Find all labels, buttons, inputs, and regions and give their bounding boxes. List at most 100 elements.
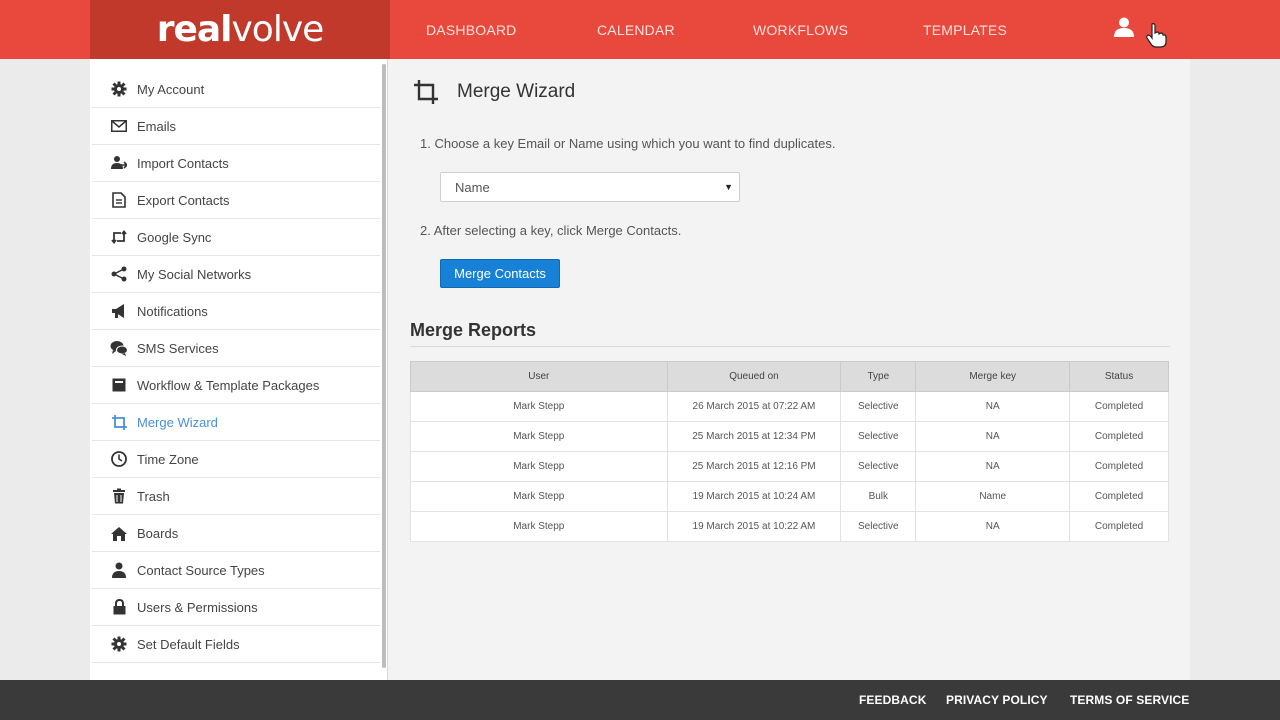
clock-icon: [110, 450, 128, 468]
merge-reports-heading: Merge Reports: [410, 320, 537, 340]
nav-dashboard[interactable]: DASHBOARD: [426, 0, 516, 59]
logo-text-light: volve: [231, 9, 325, 50]
user-menu-icon[interactable]: [1113, 16, 1135, 38]
dropdown-caret-icon: ▼: [724, 182, 733, 192]
cell-merge-key: Name: [915, 481, 1071, 512]
cell-queued-on: 25 March 2015 at 12:34 PM: [666, 421, 842, 452]
sidebar-item-label: My Social Networks: [137, 266, 252, 282]
cell-queued-on: 25 March 2015 at 12:16 PM: [666, 451, 842, 482]
logo[interactable]: realvolve: [90, 0, 390, 59]
sidebar-item-label: Workflow & Template Packages: [137, 377, 320, 393]
megaphone-icon: [110, 302, 128, 320]
nav-workflows[interactable]: WORKFLOWS: [753, 0, 848, 59]
cell-merge-key: NA: [915, 421, 1071, 452]
cell-user: Mark Stepp: [410, 481, 668, 512]
home-icon: [110, 524, 128, 542]
cell-status: Completed: [1069, 451, 1169, 482]
cell-type: Selective: [840, 451, 917, 482]
sidebar-item-label: Merge Wizard: [137, 414, 218, 430]
footer-link-terms-of-service[interactable]: TERMS OF SERVICE: [1070, 693, 1189, 707]
nav-calendar[interactable]: CALENDAR: [597, 0, 675, 59]
page-title: Merge Wizard: [457, 81, 576, 102]
merge-key-select[interactable]: Name ▼: [440, 172, 740, 202]
sidebar-item-label: Set Default Fields: [137, 636, 240, 652]
gear-icon: [110, 635, 128, 653]
sidebar-item-label: Emails: [137, 118, 177, 134]
divider: [410, 346, 1170, 347]
sidebar-item-label: Users & Permissions: [137, 599, 258, 615]
column-header-merge-key[interactable]: Merge key: [915, 361, 1071, 392]
sidebar-item-sms-services[interactable]: SMS Services: [92, 330, 380, 367]
cell-type: Bulk: [840, 481, 917, 512]
cell-queued-on: 19 March 2015 at 10:24 AM: [666, 481, 842, 512]
sidebar-item-users-permissions[interactable]: Users & Permissions: [92, 589, 380, 626]
step-1-instruction: 1. Choose a key Email or Name using whic…: [420, 136, 836, 151]
cell-merge-key: NA: [915, 451, 1071, 482]
cell-type: Selective: [840, 421, 917, 452]
chat-bubbles-icon: [110, 339, 128, 357]
lock-icon: [110, 598, 128, 616]
cell-queued-on: 19 March 2015 at 10:22 AM: [666, 511, 842, 542]
cell-status: Completed: [1069, 391, 1169, 422]
retweet-icon: [110, 228, 128, 246]
sidebar-item-export-contacts[interactable]: Export Contacts: [92, 182, 380, 219]
crop-icon: [110, 413, 128, 431]
sidebar-item-label: Import Contacts: [137, 155, 229, 171]
cell-status: Completed: [1069, 481, 1169, 512]
hand-cursor-icon: [1146, 23, 1167, 48]
sidebar-item-import-contacts[interactable]: Import Contacts: [92, 145, 380, 182]
cell-status: Completed: [1069, 511, 1169, 542]
logo-text-bold: real: [156, 9, 233, 50]
person-icon: [110, 561, 128, 579]
sidebar-scrollbar[interactable]: [382, 64, 386, 668]
table-row: Mark Stepp 25 March 2015 at 12:34 PM Sel…: [410, 421, 1169, 452]
sidebar-item-emails[interactable]: Emails: [92, 108, 380, 145]
step-2-instruction: 2. After selecting a key, click Merge Co…: [420, 223, 682, 238]
sidebar-item-time-zone[interactable]: Time Zone: [92, 441, 380, 478]
cell-merge-key: NA: [915, 511, 1071, 542]
sidebar-item-merge-wizard[interactable]: Merge Wizard: [92, 404, 380, 441]
cell-queued-on: 26 March 2015 at 07:22 AM: [666, 391, 842, 422]
sidebar-item-my-account[interactable]: My Account: [92, 71, 380, 108]
cell-type: Selective: [840, 511, 917, 542]
column-header-status[interactable]: Status: [1069, 361, 1169, 392]
sidebar-item-set-default-fields[interactable]: Set Default Fields: [92, 626, 380, 663]
box-icon: [110, 376, 128, 394]
cell-user: Mark Stepp: [410, 391, 668, 422]
cell-status: Completed: [1069, 421, 1169, 452]
column-header-user[interactable]: User: [410, 361, 668, 392]
sidebar-item-label: My Account: [137, 81, 205, 97]
users-import-icon: [110, 154, 128, 172]
sidebar-item-label: Time Zone: [137, 451, 199, 467]
trash-icon: [110, 487, 128, 505]
envelope-icon: [110, 117, 128, 135]
sidebar-item-label: Trash: [137, 488, 170, 504]
sidebar-item-contact-source-types[interactable]: Contact Source Types: [92, 552, 380, 589]
cell-user: Mark Stepp: [410, 451, 668, 482]
merge-contacts-button[interactable]: Merge Contacts: [440, 259, 560, 288]
sidebar-item-label: SMS Services: [137, 340, 219, 356]
cell-user: Mark Stepp: [410, 421, 668, 452]
sidebar-item-google-sync[interactable]: Google Sync: [92, 219, 380, 256]
footer-link-feedback[interactable]: FEEDBACK: [859, 693, 926, 707]
cell-type: Selective: [840, 391, 917, 422]
sidebar-item-label: Export Contacts: [137, 192, 230, 208]
nav-templates[interactable]: TEMPLATES: [923, 0, 1007, 59]
column-header-queued-on[interactable]: Queued on: [666, 361, 842, 392]
sidebar-item-label: Contact Source Types: [137, 562, 265, 578]
sidebar-item-workflow-template-packages[interactable]: Workflow & Template Packages: [92, 367, 380, 404]
column-header-type[interactable]: Type: [840, 361, 917, 392]
sidebar-item-label: Notifications: [137, 303, 208, 319]
table-row: Mark Stepp 26 March 2015 at 07:22 AM Sel…: [410, 391, 1169, 422]
sidebar-item-boards[interactable]: Boards: [92, 515, 380, 552]
footer-link-privacy-policy[interactable]: PRIVACY POLICY: [946, 693, 1048, 707]
cell-merge-key: NA: [915, 391, 1071, 422]
sidebar-item-label: Google Sync: [137, 229, 212, 245]
sidebar-item-label: Boards: [137, 525, 179, 541]
table-row: Mark Stepp 19 March 2015 at 10:22 AM Sel…: [410, 511, 1169, 542]
sidebar-item-my-social-networks[interactable]: My Social Networks: [92, 256, 380, 293]
merge-key-select-value: Name: [455, 179, 490, 195]
sidebar-item-trash[interactable]: Trash: [92, 478, 380, 515]
sidebar-item-notifications[interactable]: Notifications: [92, 293, 380, 330]
share-icon: [110, 265, 128, 283]
